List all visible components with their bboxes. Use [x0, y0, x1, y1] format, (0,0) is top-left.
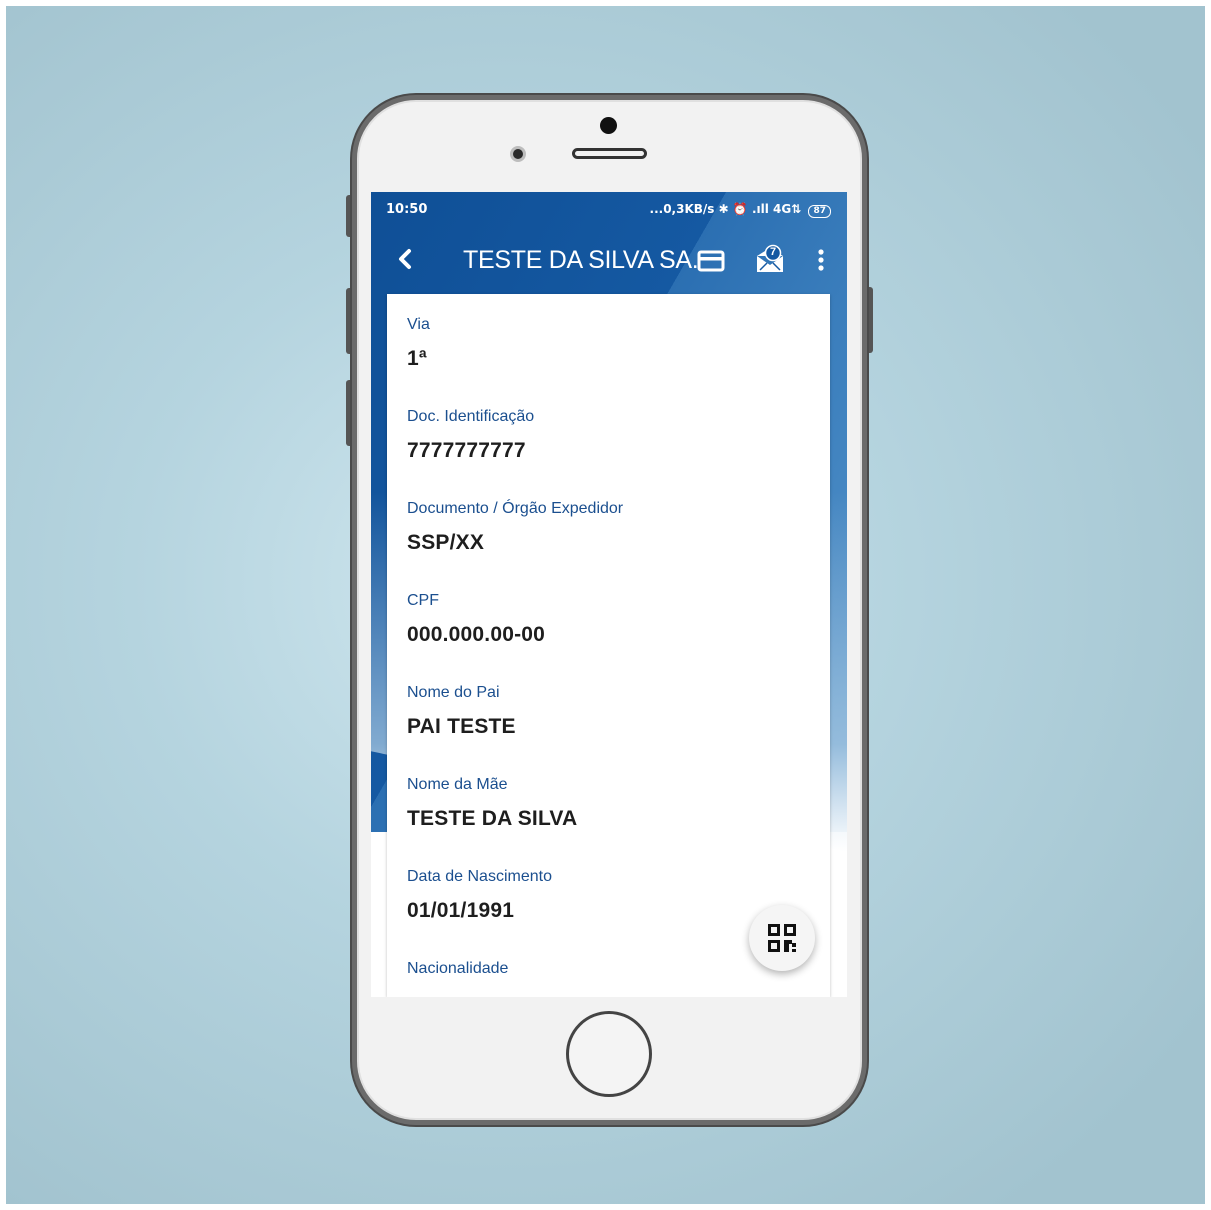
field-orgao-expedidor: Documento / Órgão Expedidor SSP/XX [407, 500, 623, 555]
page-title: TESTE DA SILVA SA... [463, 246, 698, 274]
card-button[interactable] [697, 247, 725, 275]
field-label: Nome do Pai [407, 684, 500, 701]
field-label: Via [407, 316, 430, 333]
app-screen: 10:50 ...0,3KB/s ✱ ⏰ .ıll 4G⇅ 87 TESTE D… [371, 192, 847, 997]
field-nome-mae: Nome da Mãe TESTE DA SILVA [407, 776, 577, 831]
field-nome-pai: Nome do Pai PAI TESTE [407, 684, 516, 739]
qr-code-icon [768, 924, 796, 952]
field-value: 000.000.00-00 [407, 623, 546, 646]
back-button[interactable] [391, 244, 419, 274]
field-doc-identificacao: Doc. Identificação 7777777777 [407, 408, 534, 463]
field-label: Nome da Mãe [407, 776, 508, 793]
card-icon [697, 250, 725, 272]
home-button[interactable] [566, 1011, 652, 1097]
field-value: 01/01/1991 [407, 899, 515, 922]
mail-badge: 7 [769, 246, 777, 258]
field-value: PAI TESTE [407, 715, 516, 738]
status-indicators-text: ...0,3KB/s ✱ ⏰ .ıll 4G⇅ [649, 202, 802, 216]
field-data-nascimento: Data de Nascimento 01/01/1991 [407, 868, 552, 923]
field-label: Documento / Órgão Expedidor [407, 500, 624, 517]
field-value: 7777777777 [407, 439, 526, 462]
field-label: CPF [407, 592, 439, 609]
more-button[interactable] [811, 246, 831, 276]
field-label: Nacionalidade [407, 960, 509, 977]
field-value: TESTE DA SILVA [407, 807, 578, 830]
more-vert-icon [818, 249, 824, 271]
front-camera [600, 117, 617, 134]
app-bar: TESTE DA SILVA SA... 7 [371, 228, 847, 292]
field-nacionalidade: Nacionalidade [407, 960, 508, 978]
details-card: Via 1ª Doc. Identificação 7777777777 Doc… [387, 294, 830, 997]
qr-code-button[interactable] [749, 905, 815, 971]
battery-icon: 87 [808, 205, 831, 218]
status-bar: 10:50 ...0,3KB/s ✱ ⏰ .ıll 4G⇅ 87 [371, 192, 847, 228]
proximity-sensor [510, 146, 526, 162]
earpiece-speaker [572, 148, 647, 159]
mail-button[interactable]: 7 [754, 243, 786, 275]
chevron-left-icon [399, 249, 411, 269]
status-time: 10:50 [386, 202, 428, 217]
status-indicators: ...0,3KB/s ✱ ⏰ .ıll 4G⇅ 87 [650, 202, 831, 218]
field-label: Data de Nascimento [407, 868, 552, 885]
field-cpf: CPF 000.000.00-00 [407, 592, 545, 647]
field-value: SSP/XX [407, 531, 485, 554]
field-via: Via 1ª [407, 316, 430, 371]
field-value: 1ª [407, 347, 427, 370]
field-label: Doc. Identificação [407, 408, 535, 425]
